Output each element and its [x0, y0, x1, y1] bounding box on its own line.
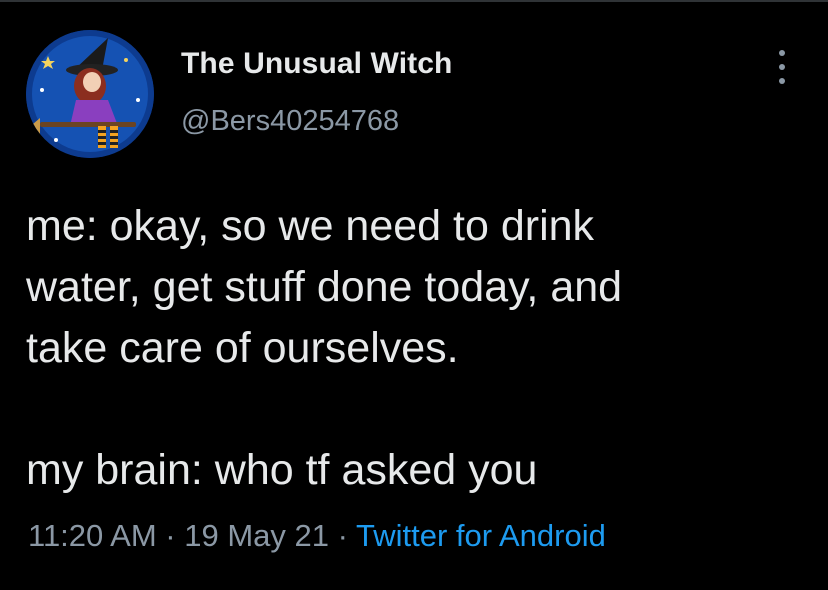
meta-separator: · [329, 518, 357, 553]
witch-avatar-icon [26, 30, 154, 158]
tweet-text: me: okay, so we need to drink water, get… [26, 196, 806, 501]
top-divider [0, 0, 828, 2]
tweet-meta: 11:20 AM · 19 May 21 · Twitter for Andro… [28, 518, 606, 554]
tweet-line: me: okay, so we need to drink [26, 202, 595, 250]
avatar[interactable] [26, 30, 154, 158]
tweet-date[interactable]: 19 May 21 [184, 518, 329, 553]
tweet-line: water, get stuff done today, and [26, 263, 623, 311]
more-options-icon[interactable] [770, 50, 794, 84]
more-dot [779, 50, 785, 56]
user-handle[interactable]: @Bers40254768 [181, 105, 399, 138]
tweet-line: take care of ourselves. [26, 324, 459, 372]
more-dot [779, 78, 785, 84]
tweet-source-link[interactable]: Twitter for Android [356, 518, 606, 553]
tweet-time[interactable]: 11:20 AM [28, 518, 157, 553]
tweet-line: my brain: who tf asked you [26, 446, 538, 494]
meta-separator: · [156, 518, 185, 553]
display-name[interactable]: The Unusual Witch [181, 47, 452, 81]
more-dot [779, 64, 785, 70]
